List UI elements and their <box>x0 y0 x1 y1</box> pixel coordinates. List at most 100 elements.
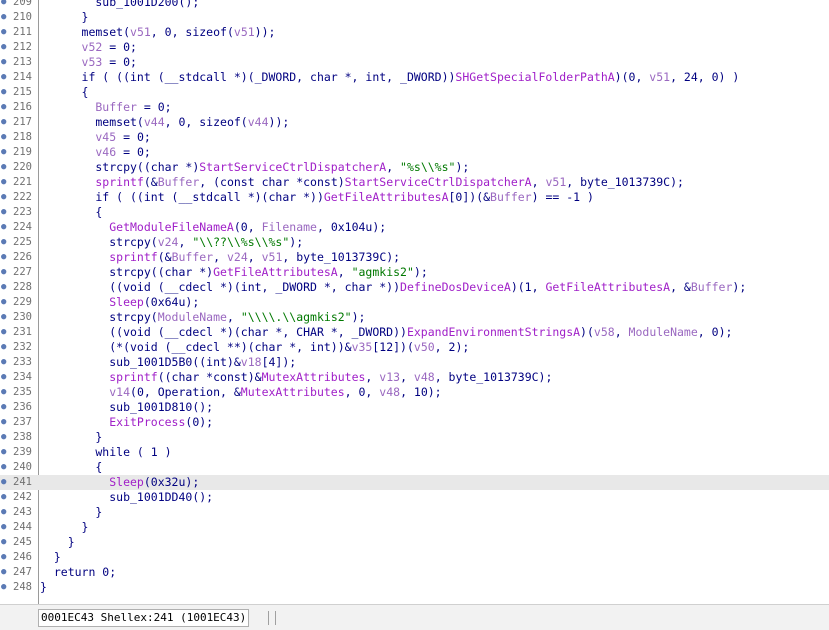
code-line[interactable]: ● 229 Sleep(0x64u); <box>0 295 829 310</box>
function-token[interactable]: MutexAttributes <box>241 385 345 399</box>
identifier-token[interactable]: v51 <box>262 250 283 264</box>
code-line[interactable]: ● 231 ((void (__cdecl *)(char *, CHAR *, … <box>0 325 829 340</box>
identifier-token[interactable]: v50 <box>414 340 435 354</box>
identifier-token[interactable]: v51 <box>545 175 566 189</box>
pseudocode-view[interactable]: ● 209 sub_1001D200(); ● 210 } ● 211 memset(v5… <box>0 0 829 604</box>
identifier-token[interactable]: v44 <box>248 115 269 129</box>
code-line[interactable]: ● 209 sub_1001D200(); <box>0 0 829 10</box>
identifier-token[interactable]: v58 <box>594 325 615 339</box>
code-line[interactable]: ● 226 sprintf(&Buffer, v24, v51, byte_101… <box>0 250 829 265</box>
code-line[interactable]: ● 240 { <box>0 460 829 475</box>
code-line[interactable]: ● 239 while ( 1 ) <box>0 445 829 460</box>
identifier-token[interactable]: v18 <box>241 355 262 369</box>
code-line[interactable]: ● 224 GetModuleFileNameA(0, Filename, 0x1… <box>0 220 829 235</box>
identifier-token[interactable]: v35 <box>352 340 373 354</box>
code-line[interactable]: ● 242 sub_1001DD40(); <box>0 490 829 505</box>
code-token: = 0; <box>116 145 151 159</box>
identifier-token[interactable]: Filename <box>262 220 317 234</box>
function-token[interactable]: GetFileAttributesA <box>324 190 449 204</box>
identifier-token[interactable]: v48 <box>414 370 435 384</box>
function-token[interactable]: ExitProcess <box>40 415 185 429</box>
code-token: , <box>400 370 414 384</box>
code-line[interactable]: ● 230 strcpy(ModuleName, "\\\\.\\agmkis2"… <box>0 310 829 325</box>
identifier-token[interactable]: v51 <box>649 70 670 84</box>
code-line[interactable]: ● 214 if ( ((int (__stdcall *)(_DWORD, ch… <box>0 70 829 85</box>
function-token[interactable]: GetFileAttributesA <box>213 265 338 279</box>
function-token[interactable]: GetModuleFileNameA <box>40 220 234 234</box>
identifier-token[interactable]: v48 <box>379 385 400 399</box>
function-token[interactable]: sprintf <box>40 175 143 189</box>
code-line[interactable]: ● 221 sprintf(&Buffer, (const char *const… <box>0 175 829 190</box>
code-line[interactable]: ● 237 ExitProcess(0); <box>0 415 829 430</box>
function-token[interactable]: StartServiceCtrlDispatcherA <box>345 175 532 189</box>
function-token[interactable]: MutexAttributes <box>262 370 366 384</box>
function-token[interactable]: ExpandEnvironmentStringsA <box>407 325 580 339</box>
code-line[interactable]: ● 233 sub_1001D5B0((int)&v18[4]); <box>0 355 829 370</box>
code-line[interactable]: ● 212 v52 = 0; <box>0 40 829 55</box>
string-token[interactable]: "\\??\\%s\\%s" <box>192 235 289 249</box>
identifier-token[interactable]: ModuleName <box>158 310 227 324</box>
identifier-token[interactable]: v44 <box>144 115 165 129</box>
identifier-token[interactable]: Buffer <box>158 175 200 189</box>
code-line[interactable]: ● 238 } <box>0 430 829 445</box>
code-line[interactable]: ● 213 v53 = 0; <box>0 55 829 70</box>
code-line[interactable]: ● 216 Buffer = 0; <box>0 100 829 115</box>
status-separator <box>268 611 269 625</box>
code-line[interactable]: ● 234 sprintf((char *const)&MutexAttribut… <box>0 370 829 385</box>
code-line[interactable]: ● 232 (*(void (__cdecl **)(char *, int))&… <box>0 340 829 355</box>
identifier-token[interactable]: v13 <box>379 370 400 384</box>
identifier-token[interactable]: v46 <box>40 145 116 159</box>
code-line[interactable]: ● 220 strcpy((char *)StartServiceCtrlDisp… <box>0 160 829 175</box>
code-line[interactable]: ● 227 strcpy((char *)GetFileAttributesA, … <box>0 265 829 280</box>
identifier-token[interactable]: Buffer <box>691 280 733 294</box>
code-line[interactable]: ● 211 memset(v51, 0, sizeof(v51)); <box>0 25 829 40</box>
line-number: 240 <box>13 461 32 473</box>
function-token[interactable]: sprintf <box>40 370 157 384</box>
function-token[interactable]: SHGetSpecialFolderPathA <box>455 70 614 84</box>
identifier-token[interactable]: Buffer <box>172 250 214 264</box>
code-line[interactable]: ● 222 if ( ((int (__stdcall *)(char *))Ge… <box>0 190 829 205</box>
function-token[interactable]: Sleep <box>40 475 144 489</box>
identifier-token[interactable]: v52 <box>40 40 103 54</box>
identifier-token[interactable]: v51 <box>130 25 151 39</box>
function-token[interactable]: GetFileAttributesA <box>545 280 670 294</box>
code-line[interactable]: ● 218 v45 = 0; <box>0 130 829 145</box>
function-token[interactable]: sprintf <box>40 250 157 264</box>
code-line[interactable]: ● 244 } <box>0 520 829 535</box>
function-token[interactable]: StartServiceCtrlDispatcherA <box>199 160 386 174</box>
identifier-token[interactable]: v14 <box>40 385 130 399</box>
string-token[interactable]: "\\\\.\\agmkis2" <box>241 310 352 324</box>
code-line[interactable]: ● 248} <box>0 580 829 595</box>
code-text: sub_1001D200(); <box>40 0 199 10</box>
code-line[interactable]: ● 236 sub_1001D810(); <box>0 400 829 415</box>
identifier-token[interactable]: v45 <box>40 130 116 144</box>
identifier-token[interactable]: v51 <box>234 25 255 39</box>
code-line[interactable]: ● 246 } <box>0 550 829 565</box>
identifier-token[interactable]: v24 <box>158 235 179 249</box>
code-line[interactable]: ● 223 { <box>0 205 829 220</box>
code-line[interactable]: ● 235 v14(0, Operation, &MutexAttributes,… <box>0 385 829 400</box>
identifier-token[interactable]: ModuleName <box>629 325 698 339</box>
code-token: } <box>40 550 61 564</box>
code-line[interactable]: ● 243 } <box>0 505 829 520</box>
function-token[interactable]: DefineDosDeviceA <box>400 280 511 294</box>
code-line[interactable]: ● 247 return 0; <box>0 565 829 580</box>
identifier-token[interactable]: Buffer <box>490 190 532 204</box>
code-line[interactable]: ● 215 { <box>0 85 829 100</box>
code-line[interactable]: ● 228 ((void (__cdecl *)(int, _DWORD *, c… <box>0 280 829 295</box>
identifier-token[interactable]: v53 <box>40 55 103 69</box>
code-line[interactable]: ● 210 } <box>0 10 829 25</box>
identifier-token[interactable]: v24 <box>227 250 248 264</box>
code-line[interactable]: ● 217 memset(v44, 0, sizeof(v44)); <box>0 115 829 130</box>
code-line[interactable]: ● 219 v46 = 0; <box>0 145 829 160</box>
identifier-token[interactable]: Buffer <box>40 100 137 114</box>
code-token: while ( 1 ) <box>40 445 172 459</box>
function-token[interactable]: Sleep <box>40 295 144 309</box>
line-number: 241 <box>13 476 32 488</box>
code-line-current[interactable]: ● 241 Sleep(0x32u); <box>0 475 829 490</box>
code-line[interactable]: ● 225 strcpy(v24, "\\??\\%s\\%s"); <box>0 235 829 250</box>
code-line[interactable]: ● 245 } <box>0 535 829 550</box>
string-token[interactable]: "agmkis2" <box>352 265 414 279</box>
string-token[interactable]: "%s\\%s" <box>400 160 455 174</box>
line-number: 215 <box>13 86 32 98</box>
